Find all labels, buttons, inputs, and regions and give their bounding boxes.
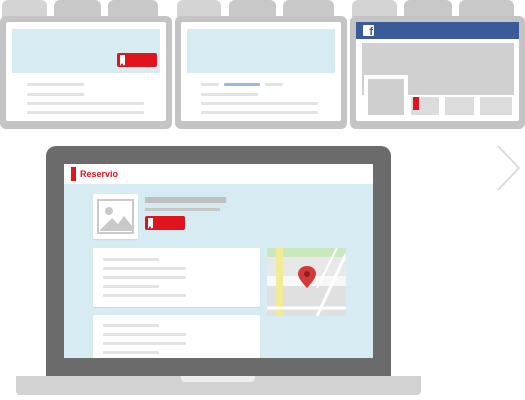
laptop-screen: Reservio — [64, 164, 373, 358]
text-line — [27, 83, 84, 86]
text-line — [103, 285, 159, 288]
text-line — [103, 324, 159, 327]
facebook-header-bar — [356, 22, 519, 39]
app-header: Reservio — [64, 164, 373, 184]
text-line — [201, 111, 318, 114]
image-placeholder-card — [93, 194, 138, 239]
content-card — [93, 315, 260, 358]
image-placeholder-icon — [97, 199, 134, 234]
text-line — [103, 258, 159, 261]
bookmark-icon — [120, 55, 125, 66]
text-line — [103, 294, 186, 297]
text-line — [103, 351, 159, 354]
chevron-right-icon[interactable] — [497, 144, 521, 192]
text-line — [265, 83, 283, 86]
tab-placeholder[interactable] — [445, 97, 474, 115]
text-line — [27, 102, 144, 105]
text-line — [201, 93, 258, 96]
book-button[interactable] — [117, 53, 157, 67]
text-line — [103, 267, 186, 270]
bookmark-icon — [148, 218, 153, 229]
location-map[interactable] — [267, 248, 346, 316]
content-card — [93, 248, 260, 307]
laptop-notch — [181, 376, 255, 382]
brand-logo-text: Reservio — [80, 169, 119, 179]
text-line — [103, 333, 186, 336]
profile-picture-inner — [368, 79, 404, 115]
book-button[interactable] — [145, 216, 185, 230]
bookmark-icon — [413, 97, 419, 110]
bookmark-icon — [71, 167, 76, 181]
text-line — [27, 111, 144, 114]
text-line — [201, 83, 219, 86]
text-line — [201, 102, 318, 105]
page-banner — [187, 29, 335, 73]
title-line — [145, 197, 226, 203]
text-line — [103, 342, 186, 345]
text-line — [27, 93, 84, 96]
tab-placeholder[interactable] — [480, 97, 512, 115]
facebook-icon: f — [363, 25, 374, 38]
subtitle-line — [145, 208, 220, 211]
highlight-link[interactable] — [224, 83, 260, 86]
text-line — [103, 276, 186, 279]
